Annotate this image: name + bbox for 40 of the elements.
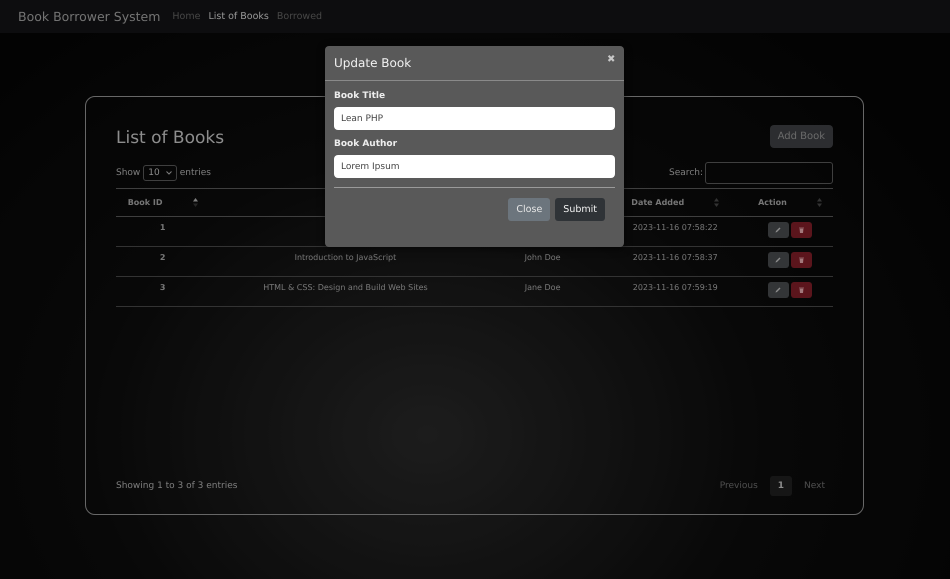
edit-button[interactable] [768,222,789,238]
input-field[interactable]: Lean PHP [334,107,615,130]
submit-button[interactable]: Submit [555,198,605,221]
table-cell: 2023-11-16 07:59:19 [604,276,747,307]
table-cell: HTML & CSS: Design and Build Web Sites [209,276,482,307]
close-button[interactable]: Close [508,198,550,221]
table-cell: 1 [116,216,210,247]
entries-label: entries [180,168,211,178]
delete-button[interactable] [790,252,812,268]
pencil-icon [775,257,782,264]
input-field[interactable]: Lorem Ipsum [334,155,615,178]
table-cell: 2 [116,246,210,277]
close-button[interactable]: ✖ [607,53,615,65]
table-cell: Jane Doe [482,276,604,307]
show-label: Show [116,168,140,178]
column-header[interactable]: Book ID [116,188,210,217]
brand-title: Book Borrower System [18,9,160,24]
trash-icon [798,257,804,264]
card-title: List of Books [116,128,224,148]
search-label: Search: [669,168,703,178]
entries-select[interactable]: 10 [143,165,177,181]
nav-link[interactable]: List of Books [208,11,269,22]
table-info: Showing 1 to 3 of 3 entries [116,481,238,491]
dialog-title: Update Book [334,56,412,70]
page-button[interactable]: 1 [770,476,792,496]
search-field[interactable] [705,162,833,184]
field-label: Book Title [334,91,386,101]
table-cell: 3 [116,276,210,307]
field-label: Book Author [334,139,398,149]
pencil-icon [775,227,782,234]
pencil-icon [775,287,782,294]
edit-button[interactable] [768,282,789,298]
chevron-down-icon [166,171,172,175]
trash-icon [798,287,804,294]
trash-icon [798,227,804,234]
column-header[interactable]: Action [746,188,833,217]
add-book-button[interactable]: Add Book [770,125,833,148]
edit-button[interactable] [768,252,789,268]
delete-button[interactable] [790,222,812,238]
delete-button[interactable] [790,282,812,298]
